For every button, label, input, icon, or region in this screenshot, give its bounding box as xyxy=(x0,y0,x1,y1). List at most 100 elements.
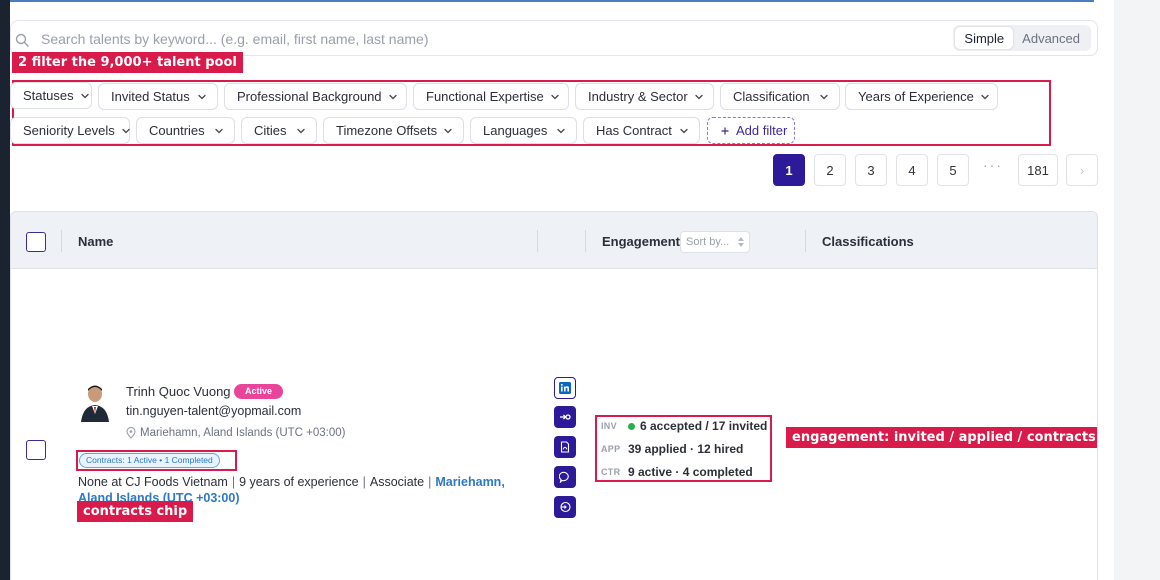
search-input[interactable] xyxy=(41,29,741,49)
annotation-engagement: engagement: invited / applied / contract… xyxy=(786,427,1097,448)
filter-label: Classification xyxy=(733,89,810,104)
add-filter-button[interactable]: Add filter xyxy=(707,117,795,144)
table-header: Name Engagement Sort by... Classificatio… xyxy=(11,212,1097,269)
filter-professional-background[interactable]: Professional Background xyxy=(224,83,407,110)
row-checkbox[interactable] xyxy=(26,440,46,460)
avatar[interactable] xyxy=(79,382,111,422)
filter-label: Cities xyxy=(254,123,287,138)
chat-button[interactable] xyxy=(554,466,576,488)
login-as-button[interactable] xyxy=(554,496,576,518)
chevron-down-icon xyxy=(80,93,89,98)
contracts-chip[interactable]: Contracts: 1 Active • 1 Completed xyxy=(79,453,220,468)
column-name[interactable]: Name xyxy=(78,234,113,249)
filter-countries[interactable]: Countries xyxy=(136,117,235,144)
filter-years-of-experience[interactable]: Years of Experience xyxy=(845,83,998,110)
filter-label: Countries xyxy=(149,123,205,138)
inv-tag: INV xyxy=(601,421,617,431)
chevron-down-icon xyxy=(680,128,688,133)
linkedin-button[interactable] xyxy=(554,377,576,399)
chevron-down-icon xyxy=(122,128,130,133)
page-last-button[interactable]: 181 xyxy=(1018,154,1058,186)
search-icon xyxy=(15,33,29,47)
ctr-tag: CTR xyxy=(601,467,621,477)
chevron-down-icon xyxy=(820,94,828,99)
experience: 9 years of experience xyxy=(239,475,359,489)
filter-industry-sector[interactable]: Industry & Sector xyxy=(575,83,714,110)
filter-classification[interactable]: Classification xyxy=(720,83,840,110)
app-tag: APP xyxy=(601,444,621,454)
filter-cities[interactable]: Cities xyxy=(241,117,317,144)
login-icon xyxy=(560,501,571,513)
filter-languages[interactable]: Languages xyxy=(470,117,577,144)
linkedin-icon xyxy=(559,382,571,394)
plus-icon xyxy=(721,127,729,134)
chevron-down-icon xyxy=(297,128,305,133)
page-5-button[interactable]: 5 xyxy=(937,154,969,186)
invite-icon xyxy=(560,414,571,420)
filter-label: Timezone Offsets xyxy=(336,123,438,138)
advanced-mode-button[interactable]: Advanced xyxy=(1013,27,1089,49)
chevron-down-icon xyxy=(695,94,703,99)
talent-location: Mariehamn, Aland Islands (UTC +03:00) xyxy=(126,427,346,439)
sort-placeholder: Sort by... xyxy=(686,236,730,248)
filter-has-contract[interactable]: Has Contract xyxy=(583,117,700,144)
header-divider xyxy=(585,230,586,252)
engagement-invited: INV 6 accepted / 17 invited xyxy=(601,419,767,433)
filter-seniority-levels[interactable]: Seniority Levels xyxy=(10,117,130,144)
column-classifications[interactable]: Classifications xyxy=(822,234,914,249)
filter-statuses[interactable]: Statuses xyxy=(10,82,92,109)
ctr-text: 9 active · 4 completed xyxy=(628,465,753,479)
filter-label: Invited Status xyxy=(111,89,190,104)
talent-email: tin.nguyen-talent@yopmail.com xyxy=(126,404,302,418)
filter-label: Years of Experience xyxy=(858,89,974,104)
chevron-down-icon xyxy=(551,94,559,99)
filter-label: Functional Expertise xyxy=(426,89,544,104)
column-engagement[interactable]: Engagement xyxy=(602,234,680,249)
engagement-sort-select[interactable]: Sort by... xyxy=(680,231,750,253)
page-4-button[interactable]: 4 xyxy=(896,154,928,186)
separator: | xyxy=(231,475,236,489)
engagement-contracts: CTR 9 active · 4 completed xyxy=(601,465,753,479)
top-divider xyxy=(10,0,1094,2)
simple-mode-button[interactable]: Simple xyxy=(955,27,1014,49)
location-text: Mariehamn, Aland Islands (UTC +03:00) xyxy=(140,427,346,439)
search-bar: Simple Advanced xyxy=(10,20,1098,56)
status-badge: Active xyxy=(234,384,284,399)
add-filter-label: Add filter xyxy=(736,123,788,138)
separator: | xyxy=(428,475,432,489)
talent-name[interactable]: Trinh Quoc Vuong xyxy=(126,384,231,399)
chevron-down-icon xyxy=(215,128,223,133)
page-3-button[interactable]: 3 xyxy=(855,154,887,186)
annotation-filter-pool: 2 filter the 9,000+ talent pool xyxy=(12,52,243,73)
filter-label: Professional Background xyxy=(237,89,382,104)
filter-timezone-offsets[interactable]: Timezone Offsets xyxy=(323,117,464,144)
header-divider xyxy=(537,230,538,252)
separator: | xyxy=(362,475,366,489)
resume-icon xyxy=(560,441,570,453)
chat-icon xyxy=(559,471,569,483)
filter-label: Languages xyxy=(483,123,548,138)
current-role: None at CJ Foods Vietnam xyxy=(78,475,228,489)
next-page-button[interactable]: › xyxy=(1066,154,1098,186)
chevron-down-icon xyxy=(444,128,452,133)
invite-button[interactable] xyxy=(554,406,576,428)
sort-arrows-icon xyxy=(738,237,744,247)
search-mode-toggle: Simple Advanced xyxy=(953,25,1091,51)
inv-text: 6 accepted / 17 invited xyxy=(640,419,768,433)
status-dot xyxy=(628,422,635,430)
header-divider xyxy=(61,230,62,252)
filter-invited-status[interactable]: Invited Status xyxy=(98,83,218,110)
select-all-checkbox[interactable] xyxy=(26,232,46,252)
app-text: 39 applied · 12 hired xyxy=(628,442,744,456)
chevron-down-icon xyxy=(198,94,206,99)
page-2-button[interactable]: 2 xyxy=(814,154,846,186)
engagement-applied: APP 39 applied · 12 hired xyxy=(601,442,743,456)
page-1-button[interactable]: 1 xyxy=(773,154,805,186)
filter-functional-expertise[interactable]: Functional Expertise xyxy=(413,83,569,110)
filter-label: Has Contract xyxy=(596,123,672,138)
filter-label: Industry & Sector xyxy=(588,89,688,104)
resume-button[interactable] xyxy=(554,436,576,458)
filter-label: Seniority Levels xyxy=(23,123,115,138)
header-divider xyxy=(805,230,806,252)
chevron-down-icon xyxy=(388,94,397,99)
